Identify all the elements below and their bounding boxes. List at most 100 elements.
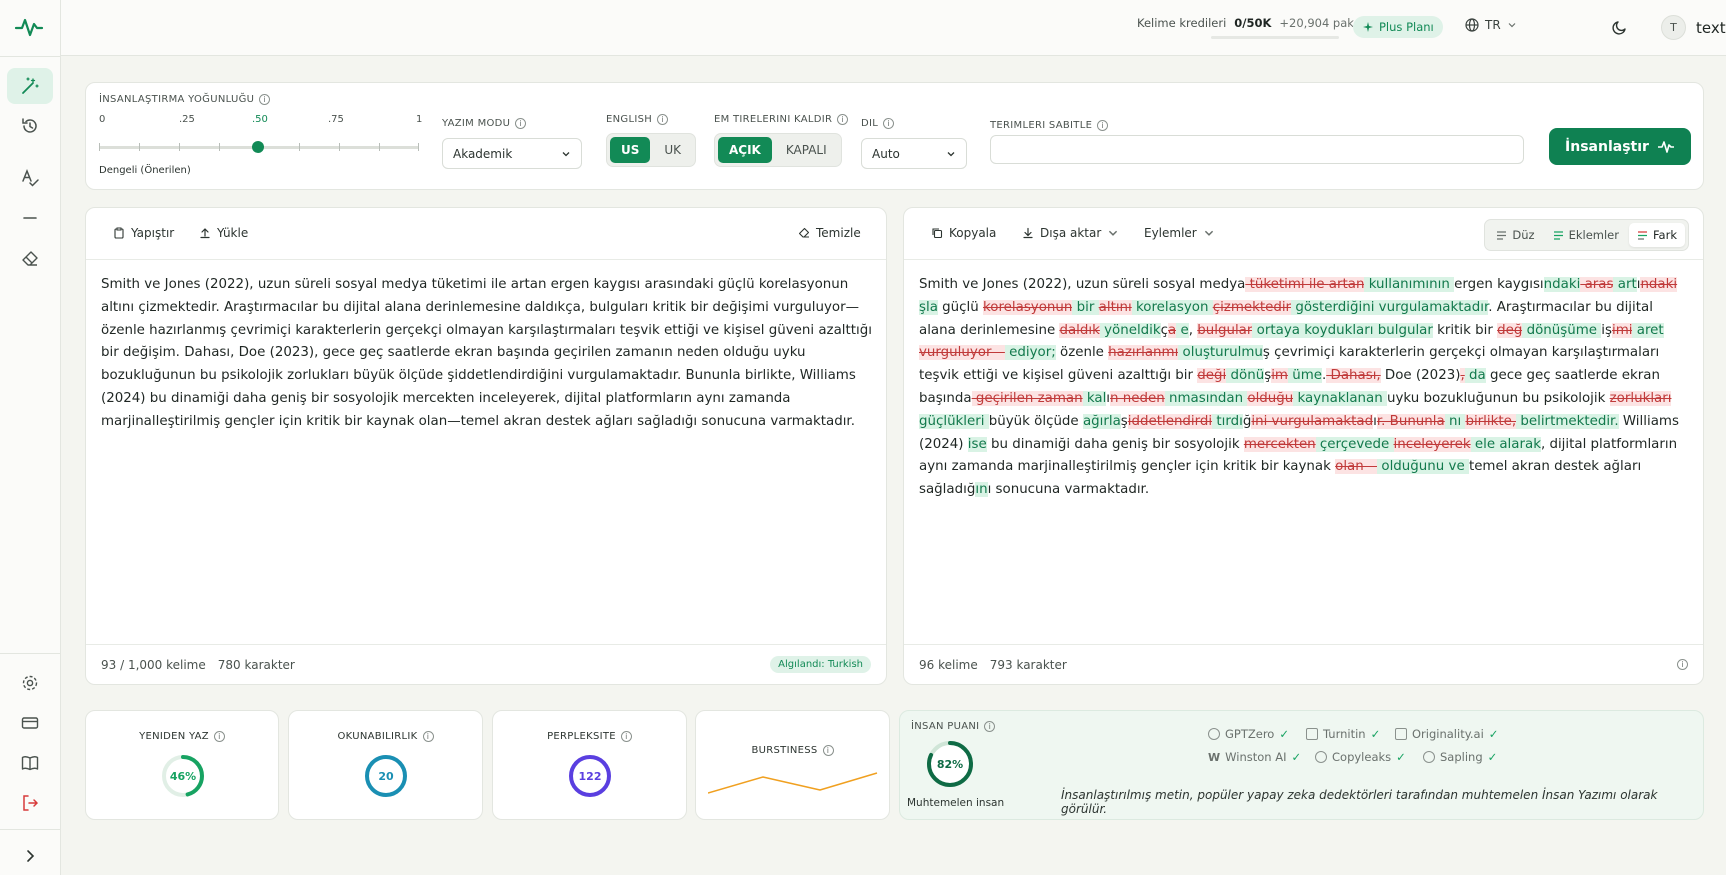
sidebar-item-billing[interactable] xyxy=(7,705,53,741)
magic-wand-icon xyxy=(22,77,39,94)
diff-unchanged: ergen kaygısı xyxy=(1454,277,1544,292)
input-textarea[interactable]: Smith ve Jones (2022), uzun süreli sosya… xyxy=(101,274,872,434)
word-count: 93 / 1,000 kelime xyxy=(101,657,206,672)
rewrite-title: YENIDEN YAZ i xyxy=(86,731,278,742)
diff-insertion: korelasyon xyxy=(1131,299,1213,315)
info-icon[interactable]: i xyxy=(422,731,434,742)
diff-insertion: dönü xyxy=(1226,368,1265,384)
sidebar-item-logout[interactable] xyxy=(7,785,53,821)
detector-winston: W Winston AI ✓ xyxy=(1208,750,1302,764)
output-panel: Kopyala Dışa aktar Eylemler Düz Eklemler… xyxy=(903,207,1704,685)
diff-deletion: inceleyerek xyxy=(1393,436,1471,452)
info-icon[interactable]: i xyxy=(213,731,225,742)
info-icon[interactable]: i xyxy=(984,721,996,732)
input-footer: 93 / 1,000 kelime 780 karakter Algılandı… xyxy=(86,644,886,684)
diff-unchanged: kritik bir xyxy=(1432,322,1498,338)
diff-insertion: oluşturulmu xyxy=(1178,345,1263,361)
upload-button[interactable]: Yükle xyxy=(199,226,248,240)
dark-mode-toggle-icon[interactable] xyxy=(1611,18,1629,36)
info-icon[interactable]: i xyxy=(259,94,271,105)
check-icon: ✓ xyxy=(1279,727,1289,741)
em-dash-option-on[interactable]: AÇIK xyxy=(718,137,772,163)
diff-unchanged: özenle xyxy=(1055,345,1109,361)
check-icon: ✓ xyxy=(1488,727,1499,741)
writing-mode-select[interactable]: Akademik xyxy=(442,138,582,169)
info-icon[interactable]: i xyxy=(515,118,527,129)
em-dash-option-off[interactable]: KAPALI xyxy=(775,137,838,163)
sidebar-item-dash[interactable] xyxy=(7,200,53,236)
export-menu[interactable]: Dışa aktar xyxy=(1022,226,1119,240)
em-dash-label: EM TIRELERINI KALDIR i xyxy=(714,114,849,125)
info-icon[interactable]: i xyxy=(822,745,834,756)
writing-mode-label: YAZIM MODU i xyxy=(442,118,527,129)
diff-output-text: Smith ve Jones (2022), uzun süreli sosya… xyxy=(919,274,1689,502)
diff-deletion: geçirilen zaman xyxy=(971,390,1083,406)
diff-unchanged: ç xyxy=(1160,322,1169,338)
diff-insertion: art xyxy=(1613,277,1637,292)
sidebar-item-history[interactable] xyxy=(7,108,53,144)
actions-menu[interactable]: Eylemler xyxy=(1144,226,1215,240)
paste-button[interactable]: Yapıştır xyxy=(113,226,174,240)
info-icon[interactable]: i xyxy=(837,114,849,125)
diff-insertion: ağırla xyxy=(1082,413,1121,429)
diff-insertion: bir xyxy=(1072,299,1099,315)
terms-label: TERIMLERI SABITLE i xyxy=(990,120,1109,131)
sapling-icon xyxy=(1423,751,1435,763)
book-icon xyxy=(21,756,39,771)
diff-deletion: altını xyxy=(1098,299,1132,315)
copy-icon xyxy=(932,228,943,239)
view-diff[interactable]: Fark xyxy=(1629,223,1685,247)
info-icon[interactable]: i xyxy=(1097,120,1109,131)
em-dash-toggle: AÇIK KAPALI xyxy=(714,133,842,167)
plan-label: Plus Planı xyxy=(1379,20,1434,34)
diff-insertion: üme xyxy=(1287,368,1322,384)
diff-unchanged: , xyxy=(1188,322,1198,338)
chevron-down-icon xyxy=(947,151,955,156)
view-plain[interactable]: Düz xyxy=(1488,223,1542,247)
diff-deletion: tüketimi ile xyxy=(1245,277,1329,292)
diff-insertion: nı xyxy=(1444,413,1466,429)
diff-deletion: ini vurgulamaktad xyxy=(1251,413,1374,429)
info-icon[interactable]: i xyxy=(620,731,632,742)
copy-button[interactable]: Kopyala xyxy=(931,226,996,240)
diff-deletion: zorlukları xyxy=(1609,390,1672,406)
info-icon[interactable]: i xyxy=(657,114,669,125)
english-option-uk[interactable]: UK xyxy=(653,137,692,163)
diff-insertion: ele alarak xyxy=(1470,436,1541,452)
input-toolbar: Yapıştır Yükle Temizle xyxy=(86,208,886,260)
diff-unchanged: Smith ve Jones (2022), uzun süreli sosya… xyxy=(919,277,1246,292)
diff-insertion: şla xyxy=(919,299,938,315)
diff-insertion: dönüşüme xyxy=(1522,322,1602,338)
diff-insertion: nmasından xyxy=(1164,390,1248,406)
intensity-slider-thumb[interactable] xyxy=(252,141,264,153)
info-icon[interactable]: i xyxy=(883,118,895,129)
language-select[interactable]: Auto xyxy=(861,138,967,169)
copyleaks-icon xyxy=(1315,751,1327,763)
plan-badge[interactable]: Plus Planı xyxy=(1353,16,1443,38)
logo-pulse-icon[interactable] xyxy=(14,14,44,40)
clear-button[interactable]: Temizle xyxy=(798,226,861,240)
turnitin-icon xyxy=(1306,728,1318,740)
sidebar-expand-button[interactable] xyxy=(7,838,53,874)
humanize-button[interactable]: İnsanlaştır xyxy=(1549,128,1691,165)
human-score-label: İNSAN PUANI i xyxy=(911,721,996,732)
english-option-us[interactable]: US xyxy=(610,137,651,163)
sidebar-item-humanize[interactable] xyxy=(7,68,53,104)
user-menu[interactable]: T textpulse xyxy=(1661,15,1726,40)
human-score-card: İNSAN PUANI i 82% Muhtemelen insan GPTZer… xyxy=(899,710,1704,820)
language-selector[interactable]: TR xyxy=(1465,18,1517,32)
diff-insertion: belirtmektedir. xyxy=(1516,413,1619,429)
sidebar-item-eraser[interactable] xyxy=(7,240,53,276)
readability-title: OKUNABILIRLIK i xyxy=(289,731,482,742)
view-inserts[interactable]: Eklemler xyxy=(1545,223,1627,247)
lines-green-icon xyxy=(1553,230,1563,240)
sidebar-item-settings[interactable] xyxy=(7,665,53,701)
info-icon[interactable]: i xyxy=(1677,659,1688,670)
terms-input[interactable] xyxy=(990,135,1524,164)
sidebar-item-spellcheck[interactable] xyxy=(7,160,53,196)
logout-icon xyxy=(23,795,39,811)
sidebar-divider-bottom xyxy=(0,653,61,654)
diff-unchanged: bu dinamiği daha geniş bir sosyolojik xyxy=(986,436,1244,452)
sidebar-item-docs[interactable] xyxy=(7,745,53,781)
burstiness-card: BURSTINESS i xyxy=(695,710,890,820)
